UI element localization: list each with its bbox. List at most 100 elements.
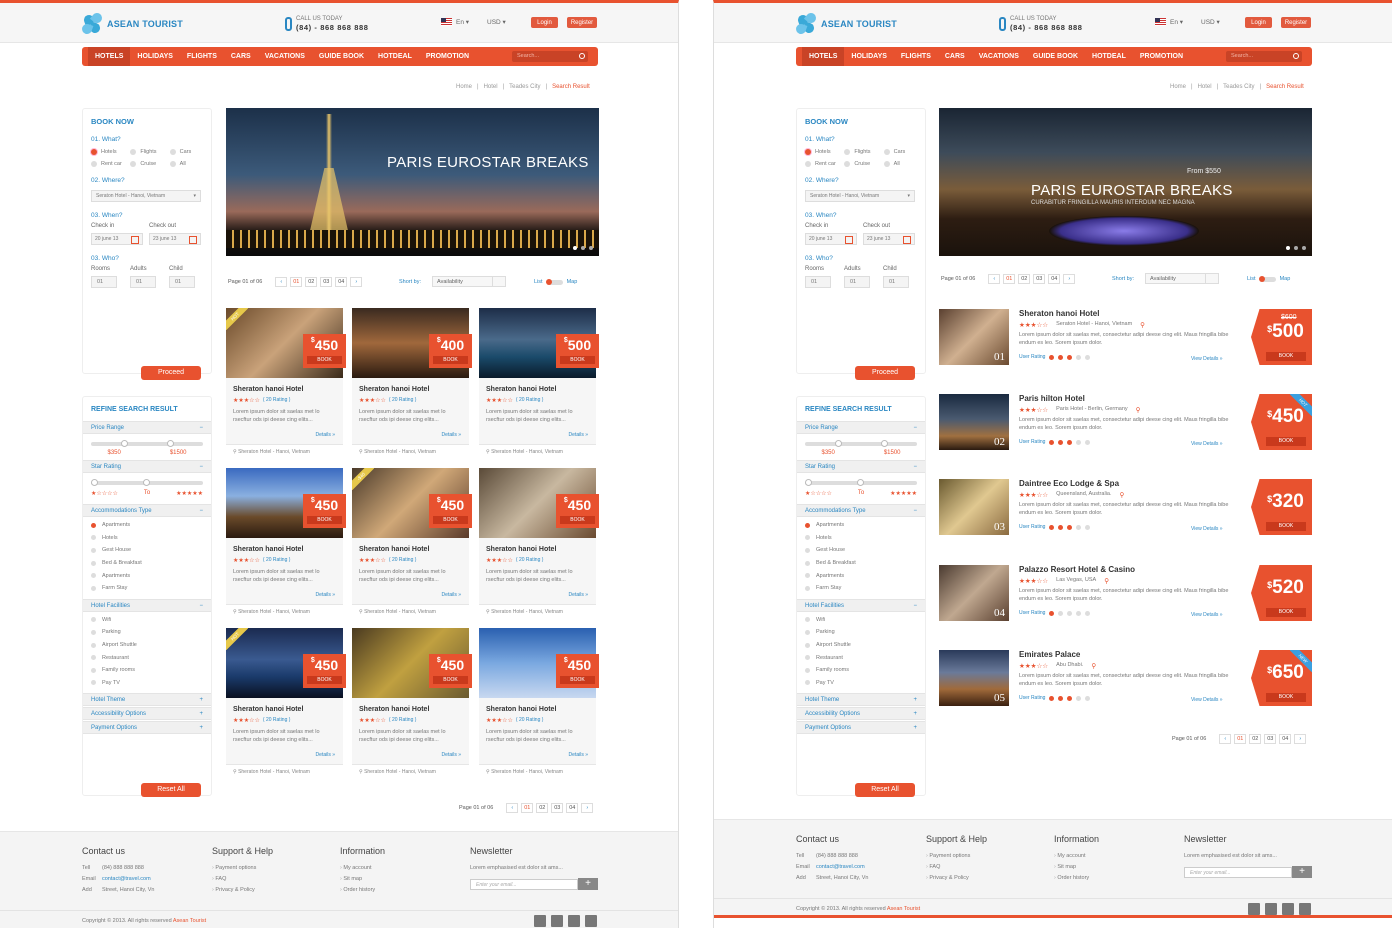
nav-vacations[interactable]: VACATIONS [972, 47, 1026, 66]
page-button[interactable]: 02 [305, 277, 318, 287]
checkout-field[interactable]: 23 june 13 [149, 233, 201, 245]
page-button[interactable]: 01 [1003, 274, 1016, 284]
accom-option[interactable]: Farm Stay [797, 582, 925, 595]
rating-count[interactable]: ( 20 Rating ) [389, 717, 417, 724]
details-link[interactable]: Details » [442, 432, 461, 438]
hotel-list-item[interactable]: 04 Palazzo Resort Hotel & Casino ★★★☆☆ La… [939, 565, 1312, 630]
slider-handle[interactable] [835, 440, 842, 447]
accom-option[interactable]: Apartments [83, 519, 211, 532]
facility-option[interactable]: Restaurant [83, 651, 211, 664]
rating-dot[interactable] [1076, 610, 1082, 616]
logo[interactable]: ASEAN TOURIST [794, 10, 897, 36]
radio-cruise[interactable]: Cruise [130, 161, 163, 167]
rating-count[interactable]: ( 20 Rating ) [389, 397, 417, 404]
view-list[interactable]: List [534, 279, 543, 285]
crumb-home[interactable]: Home [456, 84, 472, 90]
collapse-icon[interactable]: − [199, 422, 203, 433]
price-tag[interactable]: $450 BOOK [303, 334, 346, 368]
book-button[interactable]: BOOK [560, 356, 595, 364]
view-toggle[interactable]: List Map [1247, 275, 1290, 282]
rating-dot[interactable] [1076, 695, 1082, 701]
book-button[interactable]: BOOK [1266, 693, 1306, 702]
price-tag[interactable]: $450 BOOK [556, 654, 599, 688]
collapse-icon[interactable]: − [199, 600, 203, 611]
collapse-icon[interactable]: − [199, 461, 203, 472]
rating-dot[interactable] [1049, 610, 1055, 616]
hotel-name[interactable]: Sheraton hanoi Hotel [359, 546, 429, 553]
page-button[interactable]: 04 [335, 277, 348, 287]
child-stepper[interactable]: 01 [169, 276, 195, 288]
page-button[interactable]: 03 [551, 803, 564, 813]
nav-hotdeal[interactable]: HOTDEAL [1085, 47, 1133, 66]
book-button[interactable]: BOOK [433, 356, 468, 364]
info-link[interactable]: Order history [340, 885, 385, 896]
rating-dot[interactable] [1085, 695, 1091, 701]
rating-dot[interactable] [1085, 610, 1091, 616]
book-button[interactable]: BOOK [560, 676, 595, 684]
collapse-icon[interactable]: − [199, 505, 203, 516]
book-button[interactable]: BOOK [1266, 352, 1306, 361]
rss-icon[interactable] [534, 915, 546, 927]
page-button[interactable]: 02 [1018, 274, 1031, 284]
support-link[interactable]: FAQ [926, 862, 987, 873]
language-select[interactable]: En ▾ [1155, 18, 1183, 26]
login-button[interactable]: Login [531, 17, 558, 28]
hotel-card[interactable]: -$40 $450 BOOK Sheraton hanoi Hotel ★★★☆☆… [352, 468, 472, 618]
child-stepper[interactable]: 01 [883, 276, 909, 288]
rating-dot[interactable] [1067, 524, 1073, 530]
info-link[interactable]: Order history [1054, 873, 1099, 884]
book-button[interactable]: BOOK [307, 356, 342, 364]
nav-cars[interactable]: CARS [224, 47, 258, 66]
price-slider[interactable] [805, 440, 917, 447]
where-select[interactable]: Seraton Hotel - Hanoi, Vietnam ▾ [91, 190, 201, 202]
price-tag[interactable]: $450 BOOK [429, 654, 472, 688]
radio-rent-car[interactable]: Rent car [805, 161, 838, 167]
expand-icon[interactable]: + [199, 694, 203, 705]
toggle-switch[interactable] [545, 278, 563, 285]
collapse-icon[interactable]: − [913, 461, 917, 472]
view-details-link[interactable]: View Details » [1191, 697, 1223, 703]
rating-count[interactable]: ( 20 Rating ) [516, 397, 544, 404]
prev-page-button[interactable]: ‹ [275, 277, 288, 287]
book-button[interactable]: BOOK [433, 516, 468, 524]
accom-option[interactable]: Hotels [83, 532, 211, 545]
proceed-button[interactable]: Proceed [855, 366, 915, 380]
flickr-icon[interactable] [1282, 903, 1294, 915]
rating-dot[interactable] [1076, 524, 1082, 530]
prev-page-button[interactable]: ‹ [988, 274, 1001, 284]
checkin-field[interactable]: 20 june 13 [805, 233, 857, 245]
nav-guide-book[interactable]: GUIDE BOOK [1026, 47, 1085, 66]
hotel-card[interactable]: $450 BOOK Sheraton hanoi Hotel ★★★☆☆( 20 … [479, 468, 599, 618]
rating-dot[interactable] [1067, 610, 1073, 616]
details-link[interactable]: Details » [569, 592, 588, 598]
details-link[interactable]: Details » [316, 592, 335, 598]
page-button[interactable]: 01 [521, 803, 534, 813]
nav-flights[interactable]: FLIGHTS [180, 47, 224, 66]
accom-option[interactable]: Apartments [83, 569, 211, 582]
rating-dot[interactable] [1067, 439, 1073, 445]
details-link[interactable]: Details » [569, 752, 588, 758]
hotel-name[interactable]: Emirates Palace [1019, 650, 1080, 659]
hotel-photo[interactable]: 03 [939, 479, 1009, 535]
book-button[interactable]: BOOK [1266, 608, 1306, 617]
star-slider[interactable] [805, 479, 917, 486]
facility-option[interactable]: Pay TV [797, 677, 925, 690]
rating-dot[interactable] [1058, 354, 1064, 360]
facility-option[interactable]: Wifi [797, 614, 925, 627]
hotel-name[interactable]: Sheraton hanoi Hotel [486, 386, 556, 393]
search-icon[interactable] [579, 53, 585, 59]
hotel-name[interactable]: Sheraton hanoi Hotel [233, 546, 303, 553]
nav-promotion[interactable]: PROMOTION [419, 47, 476, 66]
sort-select[interactable]: Availability [1145, 273, 1219, 284]
rating-dot[interactable] [1049, 695, 1055, 701]
slider-handle[interactable] [91, 479, 98, 486]
accom-option[interactable]: Apartments [797, 519, 925, 532]
hotel-list-item[interactable]: 01 Sheraton hanoi Hotel ★★★☆☆ Seraton Hot… [939, 309, 1312, 374]
twitter-icon[interactable] [1265, 903, 1277, 915]
radio-all[interactable]: All [170, 161, 203, 167]
rating-dot[interactable] [1058, 695, 1064, 701]
book-button[interactable]: BOOK [307, 516, 342, 524]
price-tag[interactable]: $450 BOOK [556, 494, 599, 528]
newsletter-email-input[interactable]: Enter your email... [470, 878, 578, 890]
nav-hotdeal[interactable]: HOTDEAL [371, 47, 419, 66]
